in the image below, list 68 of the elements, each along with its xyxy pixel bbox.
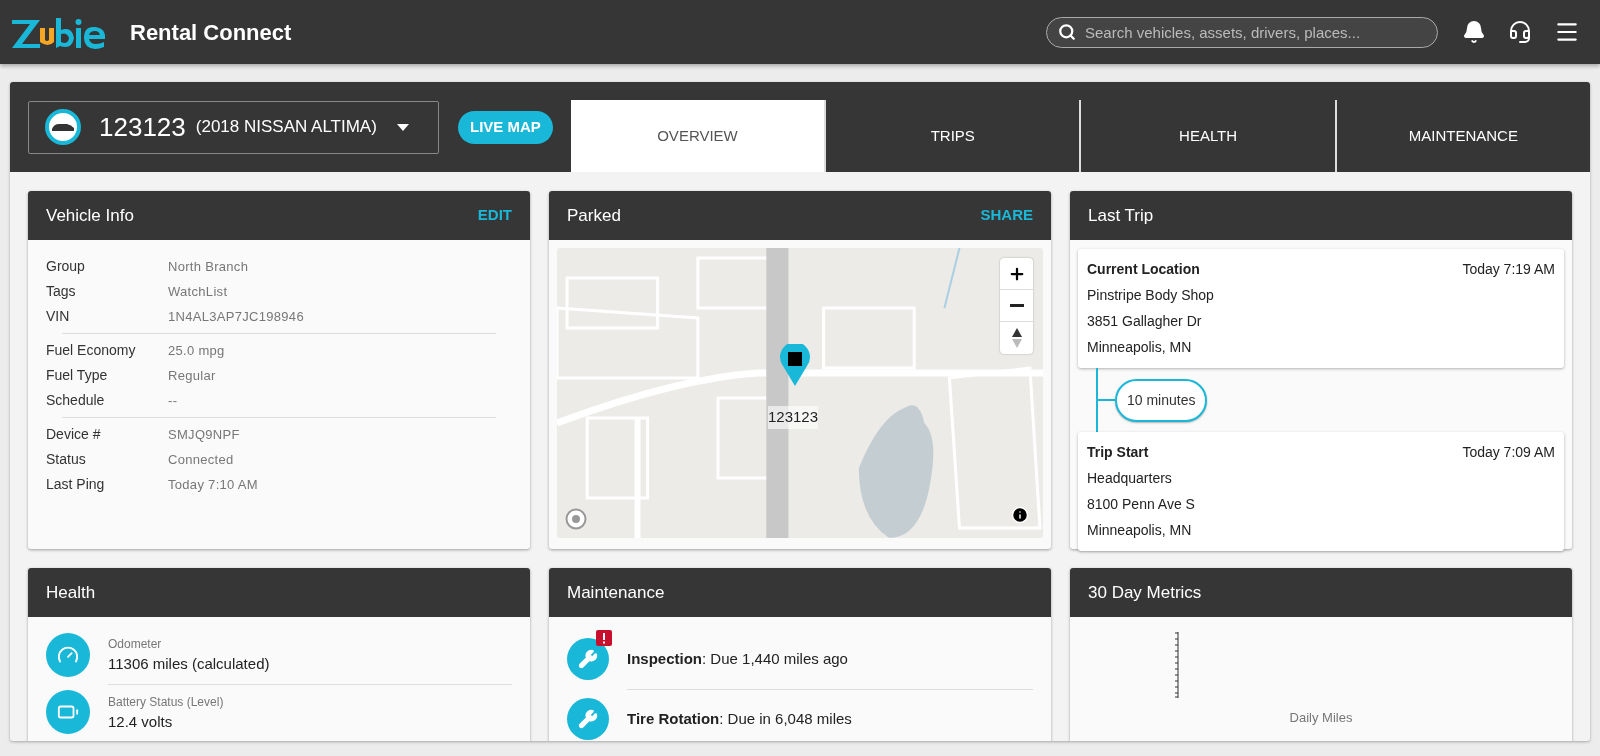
info-value: --	[168, 391, 178, 410]
maintenance-item: Inspection: Due 1,440 miles ago	[627, 648, 848, 669]
address-line: 3851 Gallagher Dr	[1087, 312, 1203, 331]
address-line: Pinstripe Body Shop	[1087, 286, 1215, 305]
search-field[interactable]: Search vehicles, assets, drivers, places...	[1046, 16, 1438, 48]
address-line: Minneapolis, MN	[1087, 338, 1193, 357]
stop-title: Trip Start	[1087, 443, 1149, 462]
location-pin-icon	[780, 344, 810, 386]
info-label: Group	[46, 257, 86, 276]
info-label: Schedule	[46, 391, 106, 410]
info-label: Fuel Type	[46, 366, 109, 385]
card-title: Health	[46, 581, 96, 604]
map-logo-icon	[565, 508, 587, 530]
info-label: Last Ping	[46, 475, 106, 494]
vehicle-model: (2018 NISSAN ALTIMA)	[195, 116, 377, 139]
info-value: Connected	[168, 450, 234, 469]
search-icon	[1058, 23, 1076, 41]
health-label: Odometer	[108, 636, 163, 653]
minus-icon	[1009, 304, 1024, 307]
card-title: Parked	[567, 204, 621, 227]
car-avatar-icon	[45, 109, 81, 145]
app-title: Rental Connect	[130, 18, 292, 47]
info-label: Device #	[46, 425, 102, 444]
card-action-link[interactable]: EDIT	[477, 204, 512, 227]
info-value: WatchList	[168, 282, 228, 301]
card-title: 30 Day Metrics	[1088, 581, 1202, 604]
gauge-icon	[46, 633, 90, 678]
info-value: 1N4AL3AP7JC198946	[168, 307, 304, 326]
address-line: Minneapolis, MN	[1087, 521, 1193, 540]
address-line: 8100 Penn Ave S	[1087, 495, 1196, 514]
info-value: Regular	[168, 366, 216, 385]
notifications-button[interactable]	[1462, 20, 1486, 44]
stop-time: Today 7:19 AM	[1462, 260, 1555, 279]
vehicle-number: 123123	[99, 110, 186, 144]
dropdown-caret-icon	[396, 123, 409, 131]
battery-icon	[46, 690, 90, 735]
card-title: Last Trip	[1088, 204, 1154, 227]
chart-axis-drawing	[1173, 632, 1179, 698]
info-value: North Branch	[168, 257, 249, 276]
support-button[interactable]	[1508, 20, 1532, 44]
duration-pill: 10 minutes	[1115, 378, 1208, 422]
info-label: Tags	[46, 282, 77, 301]
health-value: 12.4 volts	[108, 711, 174, 732]
health-label: Battery Status (Level)	[108, 693, 225, 711]
info-label: Fuel Economy	[46, 341, 137, 360]
marker-label: 123123	[768, 406, 819, 429]
stop-title: Current Location	[1087, 260, 1200, 279]
info-value: SMJQ9NPF	[168, 425, 240, 444]
vehicle-selector[interactable]: 123123 (2018 NISSAN ALTIMA)	[28, 100, 439, 154]
address-line: Headquarters	[1087, 469, 1173, 488]
tab[interactable]: OVERVIEW	[570, 100, 825, 172]
compass-icon	[1011, 328, 1022, 348]
map[interactable]: 123123	[557, 248, 1043, 538]
info-value: Today 7:10 AM	[168, 475, 258, 494]
stop-time: Today 7:09 AM	[1462, 443, 1555, 462]
card-title: Vehicle Info	[46, 204, 134, 227]
maintenance-item: Tire Rotation: Due in 6,048 miles	[627, 709, 852, 730]
wrench-icon	[567, 638, 609, 680]
info-label: Status	[46, 450, 87, 469]
card-title: Maintenance	[567, 581, 665, 604]
chart-label: Daily Miles	[1289, 709, 1353, 727]
info-value: 25.0 mpg	[168, 341, 225, 360]
health-value: 11306 miles (calculated)	[108, 654, 271, 674]
tab[interactable]: TRIPS	[824, 100, 1080, 172]
info-label: VIN	[46, 307, 71, 326]
tab[interactable]: MAINTENANCE	[1334, 100, 1590, 172]
tab[interactable]: HEALTH	[1079, 100, 1335, 172]
card-action-link[interactable]: SHARE	[980, 204, 1033, 227]
